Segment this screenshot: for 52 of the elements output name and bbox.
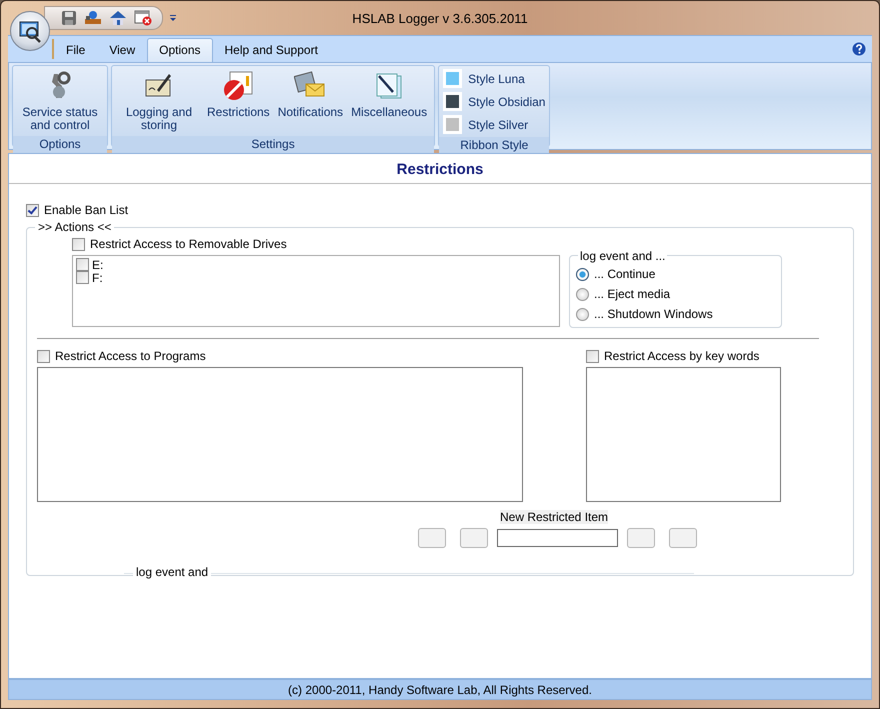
- new-item-label: New Restricted Item: [500, 510, 608, 524]
- checkbox[interactable]: [76, 271, 89, 284]
- menu-tab[interactable]: View: [97, 38, 148, 63]
- radio-option[interactable]: ... Eject media: [576, 287, 670, 301]
- keywords-checkbox[interactable]: Restrict Access by key words: [586, 349, 760, 363]
- removable-drives-checkbox[interactable]: Restrict Access to Removable Drives: [72, 237, 287, 251]
- blank-button[interactable]: [460, 528, 488, 548]
- ribbon-button[interactable]: Logging and storing: [116, 68, 202, 134]
- group-legend: log event and: [133, 565, 212, 579]
- checkbox[interactable]: [72, 238, 85, 250]
- programs-checkbox[interactable]: Restrict Access to Programs: [37, 349, 206, 363]
- radio-option[interactable]: ... Continue: [576, 267, 656, 281]
- ribbon-button[interactable]: Service status and control: [17, 68, 103, 134]
- dropdown-icon[interactable]: [169, 14, 177, 22]
- checkbox[interactable]: [37, 350, 50, 362]
- group-legend: log event and ...: [578, 249, 668, 263]
- radio-button[interactable]: [576, 268, 589, 280]
- ribbon-button[interactable]: Notifications: [274, 68, 346, 121]
- menu-tab[interactable]: File: [54, 38, 98, 63]
- no-entry-icon: [222, 70, 254, 102]
- status-text: (c) 2000-2011, Handy Software Lab, All Rights Reserved.: [288, 682, 592, 696]
- style-option[interactable]: Style Luna: [443, 68, 546, 89]
- panel-title: Restrictions: [396, 161, 484, 178]
- window-title: HSLAB Logger v 3.6.305.2011: [352, 10, 528, 26]
- radio-button[interactable]: [576, 288, 589, 300]
- blank-button[interactable]: [627, 528, 655, 548]
- save-icon[interactable]: [61, 10, 77, 26]
- help-icon[interactable]: [852, 42, 866, 56]
- drive-item[interactable]: F:: [76, 271, 103, 284]
- checkbox[interactable]: [586, 350, 599, 362]
- ribbon-button[interactable]: Miscellaneous: [348, 68, 430, 121]
- group-title: Ribbon Style: [439, 137, 550, 154]
- group-legend: >> Actions <<: [35, 220, 114, 234]
- drive-item[interactable]: E:: [76, 258, 104, 271]
- ribbon-button[interactable]: Restrictions: [204, 68, 273, 121]
- style-option[interactable]: Style Obsidian: [443, 91, 546, 112]
- menu-tab[interactable]: Help and Support: [212, 38, 330, 63]
- style-option[interactable]: Style Silver: [443, 114, 546, 135]
- group-title: Settings: [112, 136, 434, 153]
- blank-button[interactable]: [418, 528, 446, 548]
- new-item-field[interactable]: [497, 529, 618, 547]
- enable-ban-list-checkbox[interactable]: Enable Ban List: [26, 203, 128, 217]
- checkbox[interactable]: [26, 204, 39, 216]
- close-window-icon[interactable]: [134, 10, 152, 26]
- radio-button[interactable]: [576, 308, 589, 320]
- blank-button[interactable]: [669, 528, 697, 548]
- keywords-list[interactable]: [586, 367, 781, 502]
- home-icon[interactable]: [109, 10, 127, 26]
- checkbox[interactable]: [76, 258, 89, 271]
- group-title: Options: [13, 136, 107, 153]
- menu-tab[interactable]: Options: [147, 38, 212, 63]
- radio-option[interactable]: ... Shutdown Windows: [576, 307, 713, 321]
